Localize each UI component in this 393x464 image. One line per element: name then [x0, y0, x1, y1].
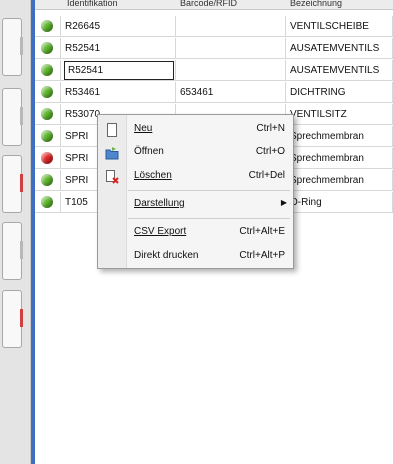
- id-cell[interactable]: R26645: [61, 16, 176, 37]
- side-button-4[interactable]: [2, 222, 23, 280]
- status-cell: [35, 170, 61, 191]
- status-green-icon: [41, 196, 53, 208]
- table-row[interactable]: R26645 VENTILSCHEIBE: [35, 16, 393, 38]
- menu-item-new[interactable]: Neu Ctrl+N: [98, 119, 293, 141]
- menu-item-new-label: Neu: [134, 123, 153, 134]
- menu-item-print-label: Direkt drucken: [134, 250, 199, 261]
- barcode-cell[interactable]: [176, 16, 286, 37]
- side-button-2[interactable]: [2, 88, 23, 146]
- delete-document-icon: [105, 170, 119, 184]
- table-row[interactable]: AUSATEMVENTILS R52541: [35, 60, 393, 82]
- status-cell: [35, 126, 61, 147]
- column-header-barcode[interactable]: Barcode/RFID: [176, 0, 290, 10]
- desc-cell[interactable]: AUSATEMVENTILS: [286, 38, 393, 59]
- desc-cell[interactable]: AUSATEMVENTILS: [286, 60, 393, 81]
- desc-cell[interactable]: DICHTRING: [286, 82, 393, 103]
- menu-item-csv-shortcut: Ctrl+Alt+E: [239, 226, 285, 237]
- menu-item-open-label: Öffnen: [134, 146, 164, 157]
- status-green-icon: [41, 174, 53, 186]
- menu-item-csv-export[interactable]: CSV Export Ctrl+Alt+E: [98, 222, 293, 244]
- id-cell[interactable]: R53461: [61, 82, 176, 103]
- side-button-3[interactable]: [2, 155, 23, 213]
- menu-item-delete-shortcut: Ctrl+Del: [248, 170, 285, 181]
- menu-item-open[interactable]: Öffnen Ctrl+O: [98, 142, 293, 164]
- desc-cell[interactable]: VENTILSITZ: [286, 104, 393, 125]
- status-cell: [35, 60, 61, 81]
- status-green-icon: [41, 86, 53, 98]
- desc-cell[interactable]: O-Ring: [286, 192, 393, 213]
- context-menu: Neu Ctrl+N Öffnen Ctrl+O Löschen Ctrl+De…: [97, 114, 294, 269]
- barcode-cell[interactable]: 653461: [176, 82, 286, 103]
- new-document-icon: [105, 123, 119, 137]
- status-cell: [35, 82, 61, 103]
- side-button-5[interactable]: [2, 290, 23, 348]
- menu-item-new-shortcut: Ctrl+N: [256, 123, 285, 134]
- menu-item-direct-print[interactable]: Direkt drucken Ctrl+Alt+P: [98, 246, 293, 268]
- status-green-icon: [41, 42, 53, 54]
- status-cell: [35, 38, 61, 59]
- status-cell: [35, 104, 61, 125]
- menu-separator: [128, 218, 290, 219]
- barcode-cell[interactable]: [176, 38, 286, 59]
- table-row[interactable]: R52541 AUSATEMVENTILS: [35, 38, 393, 60]
- menu-item-display[interactable]: Darstellung ▶: [98, 194, 293, 216]
- submenu-arrow-icon: ▶: [280, 198, 287, 207]
- side-button-1[interactable]: [2, 18, 23, 76]
- left-toolbar: [0, 0, 31, 464]
- menu-item-open-shortcut: Ctrl+O: [255, 146, 285, 157]
- menu-item-delete-label: Löschen: [134, 170, 172, 181]
- column-header-id[interactable]: Identifikation: [61, 0, 182, 10]
- desc-cell[interactable]: Sprechmembran: [286, 126, 393, 147]
- status-cell: [35, 16, 61, 37]
- menu-item-display-label: Darstellung: [134, 198, 185, 209]
- status-red-icon: [41, 152, 53, 164]
- status-green-icon: [41, 20, 53, 32]
- status-cell: [35, 148, 61, 169]
- barcode-cell[interactable]: [176, 60, 286, 81]
- column-header-desc[interactable]: Bezeichnung: [286, 0, 393, 10]
- menu-item-delete[interactable]: Löschen Ctrl+Del: [98, 166, 293, 188]
- status-green-icon: [41, 64, 53, 76]
- status-cell: [35, 192, 61, 213]
- id-cell[interactable]: R52541: [61, 38, 176, 59]
- open-folder-icon: [105, 146, 119, 160]
- status-green-icon: [41, 108, 53, 120]
- menu-item-csv-label: CSV Export: [134, 226, 187, 237]
- menu-separator: [128, 190, 290, 191]
- id-edit-field[interactable]: R52541: [64, 61, 174, 80]
- column-header-status[interactable]: [35, 0, 61, 10]
- desc-cell[interactable]: Sprechmembran: [286, 170, 393, 191]
- status-green-icon: [41, 130, 53, 142]
- table-row[interactable]: R53461 653461 DICHTRING: [35, 82, 393, 104]
- desc-cell[interactable]: VENTILSCHEIBE: [286, 16, 393, 37]
- desc-cell[interactable]: Sprechmembran: [286, 148, 393, 169]
- menu-item-print-shortcut: Ctrl+Alt+P: [239, 250, 285, 261]
